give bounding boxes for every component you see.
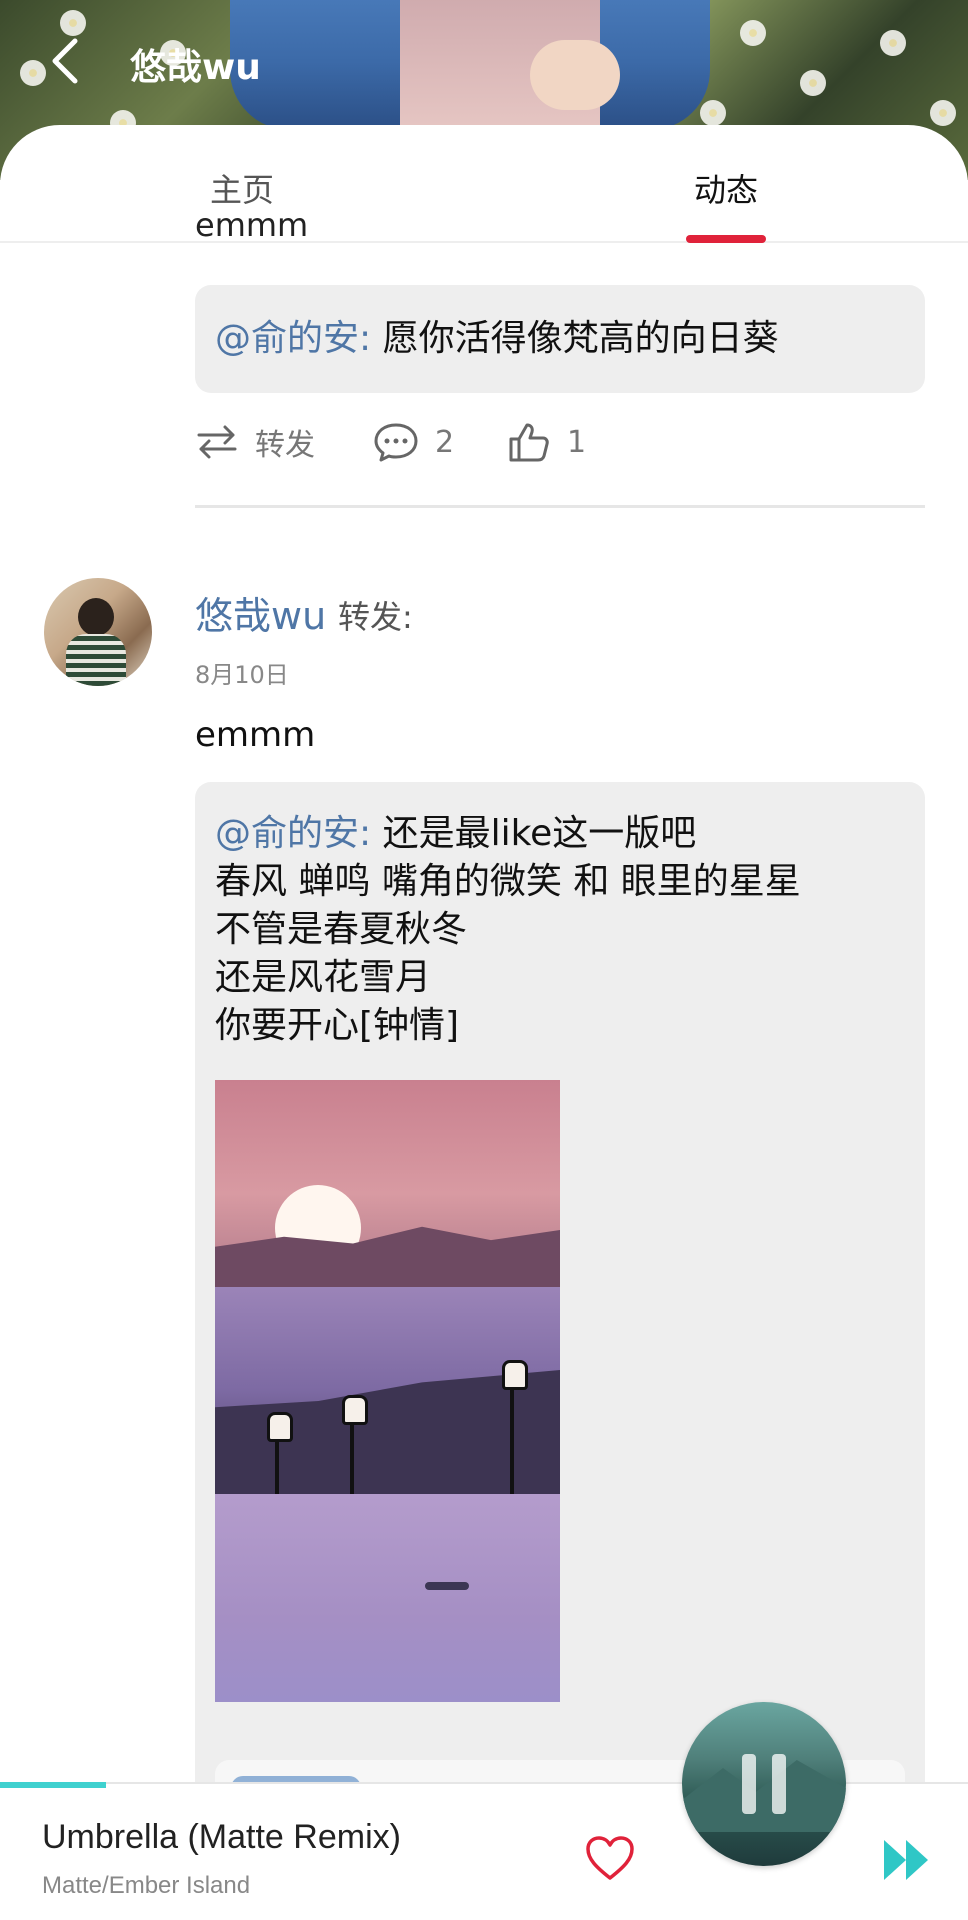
active-tab-indicator [686, 235, 766, 243]
forward-button[interactable]: 转发 [195, 412, 315, 472]
post-image[interactable] [215, 1080, 560, 1702]
quote-mention[interactable]: @俞的安: [215, 318, 371, 359]
quote-line: 还是风花雪月 [215, 957, 432, 998]
comment-button[interactable]: 2 [373, 412, 454, 472]
chevron-left-icon [52, 38, 78, 84]
avatar[interactable] [44, 578, 152, 686]
post-action-label: 转发: [338, 598, 413, 636]
forward-label: 转发 [255, 428, 315, 463]
like-button[interactable]: 1 [507, 412, 586, 472]
quote-mention[interactable]: @俞的安: [215, 813, 371, 854]
quote-line: 你要开心[钟情] [215, 1005, 460, 1046]
tab-home[interactable]: 主页 [210, 165, 274, 211]
post-author-name[interactable]: 悠哉wu [195, 585, 326, 640]
heart-icon [586, 1836, 634, 1880]
song-title[interactable]: Umbrella (Matte Remix) [42, 1818, 401, 1857]
quote-line: 还是最like这一版吧 [371, 813, 697, 854]
quote-line: 不管是春夏秋冬 [215, 909, 468, 950]
back-button[interactable] [40, 36, 90, 86]
album-art-disc[interactable] [682, 1702, 846, 1866]
quote-line: 春风 蝉鸣 嘴角的微笑 和 眼里的星星 [215, 861, 801, 902]
forward-icon [197, 425, 237, 459]
next-track-button[interactable] [882, 1838, 932, 1882]
post-body: emmm [195, 715, 316, 755]
pause-icon[interactable] [742, 1754, 786, 1814]
post-actions: 转发 2 1 [195, 412, 925, 472]
playback-progress [0, 1782, 106, 1788]
like-count: 1 [567, 424, 587, 460]
prev-post-quote[interactable]: @俞的安: 愿你活得像梵高的向日葵 [195, 285, 925, 393]
quote-text: 愿你活得像梵高的向日葵 [371, 318, 779, 359]
cover-figure [230, 0, 710, 130]
song-artist: Matte/Ember Island [42, 1872, 251, 1899]
prev-post-body: emmm [195, 218, 309, 244]
thumbs-up-icon [509, 423, 549, 462]
post-divider [195, 505, 925, 508]
post-date: 8月10日 [195, 661, 289, 689]
comment-icon [374, 423, 418, 462]
favorite-button[interactable] [584, 1834, 636, 1882]
comment-count: 2 [435, 424, 455, 460]
header-title: 悠哉wu [130, 47, 261, 88]
airplane [425, 1582, 469, 1590]
tab-bar: 主页 动态 [0, 125, 968, 243]
fast-forward-icon [884, 1840, 928, 1880]
tab-feed[interactable]: 动态 [694, 165, 758, 211]
